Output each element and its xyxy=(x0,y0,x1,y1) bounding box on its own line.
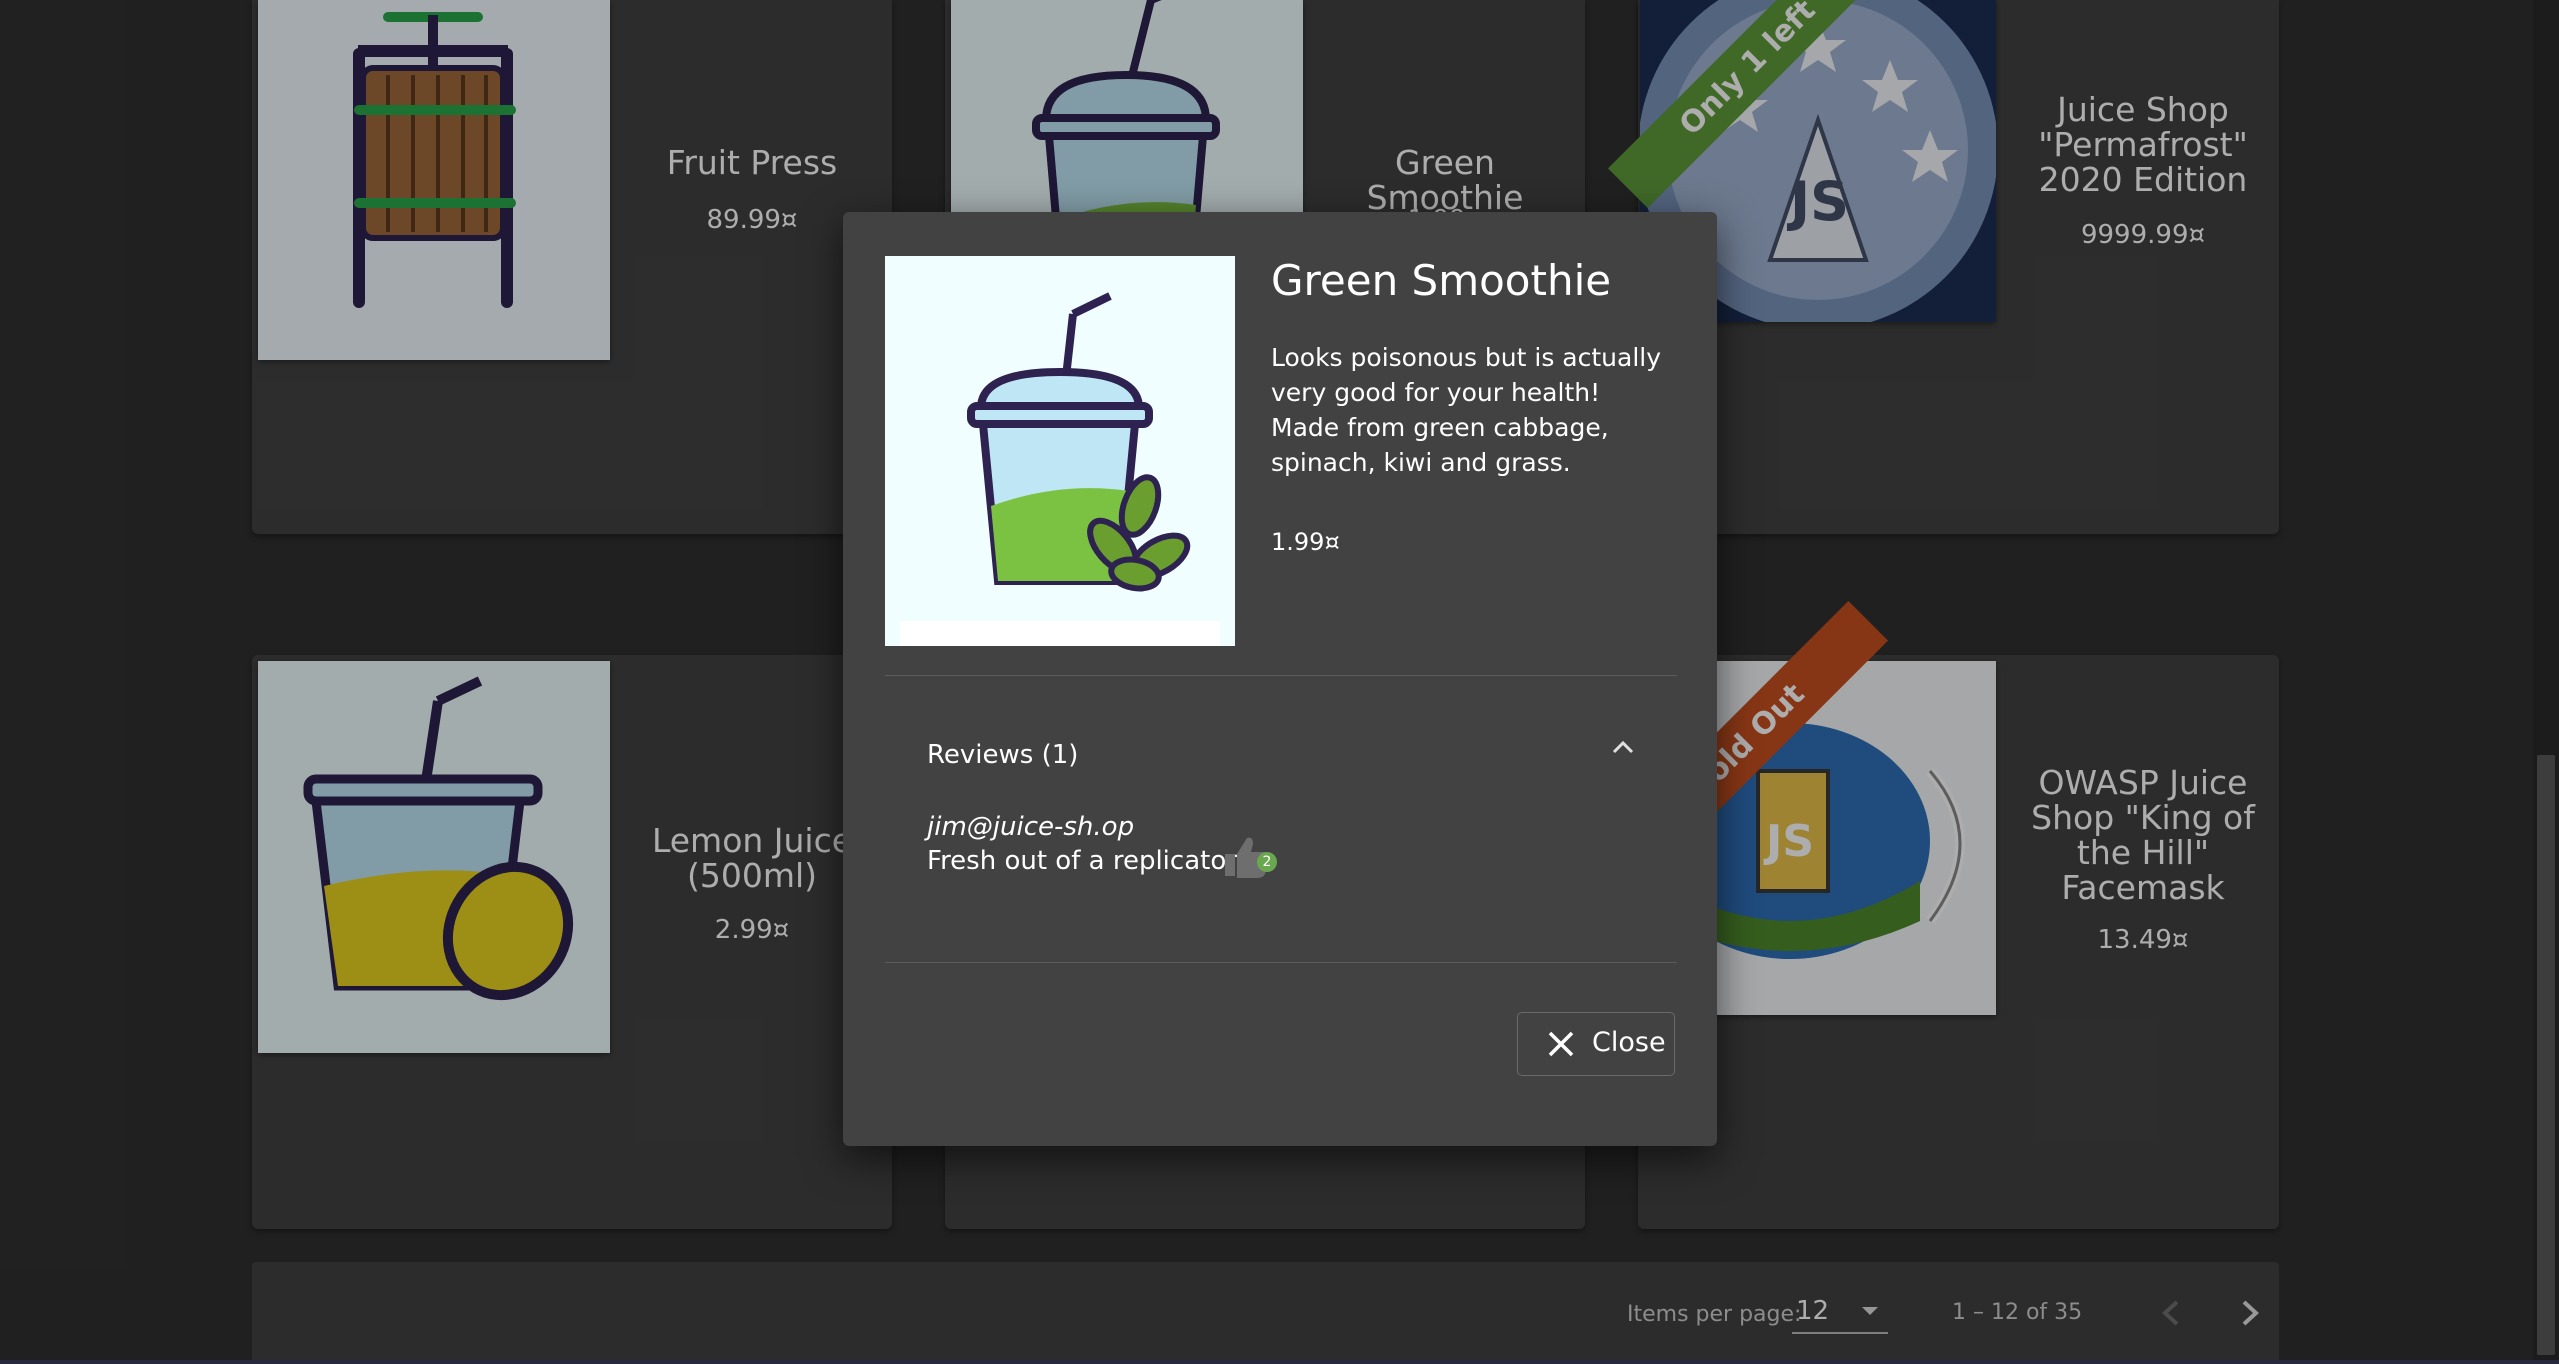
divider xyxy=(885,962,1677,963)
dialog-title: Green Smoothie xyxy=(1271,256,1612,305)
product-image xyxy=(885,256,1235,646)
product-description: Looks poisonous but is actually very goo… xyxy=(1271,343,1662,477)
chevron-up-icon[interactable] xyxy=(1605,730,1641,766)
divider xyxy=(885,675,1677,676)
close-icon xyxy=(1548,1031,1574,1057)
close-button-label: Close xyxy=(1592,1027,1666,1058)
product-details-dialog: Green Smoothie Looks poisonous but is ac… xyxy=(843,212,1717,1146)
like-count-badge: 2 xyxy=(1257,852,1277,872)
reviews-header-label: Reviews (1) xyxy=(927,740,1079,770)
green-smoothie-icon xyxy=(885,256,1235,646)
product-price: 1.99¤ xyxy=(1271,528,1340,556)
review-text: Fresh out of a replicator. xyxy=(927,846,1243,876)
close-button[interactable]: Close xyxy=(1517,1012,1675,1076)
review-author: jim@juice-sh.op xyxy=(927,812,1135,842)
